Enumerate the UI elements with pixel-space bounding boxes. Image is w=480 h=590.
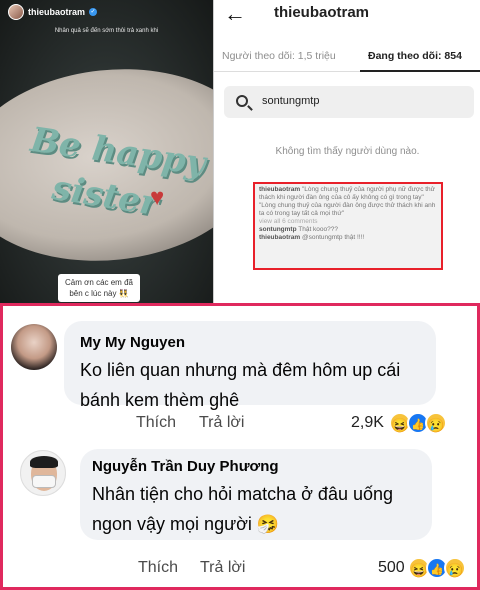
follow-tabs: Người theo dõi: 1,5 triệu Đang theo dõi:… (214, 46, 480, 72)
tab-followers[interactable]: Người theo dõi: 1,5 triệu (222, 50, 336, 62)
reaction-icons[interactable]: 😆 👍 😢 (408, 557, 474, 579)
profile-title: thieubaotram (274, 4, 370, 21)
sad-icon: 😢 (425, 412, 447, 434)
commenter-name[interactable]: Nguyễn Trần Duy Phương (92, 458, 279, 475)
evidence-username-2: sontungmtp (259, 226, 297, 233)
commenter-name[interactable]: My My Nguyen (80, 334, 185, 351)
comment-text: Nhân tiện cho hỏi matcha ở đâu uống ngon… (92, 484, 394, 534)
avatar[interactable] (20, 450, 66, 496)
verified-icon: ✓ (89, 8, 98, 16)
avatar[interactable] (11, 324, 57, 370)
reply-button[interactable]: Trả lời (199, 414, 244, 432)
evidence-reply-3: @sontungmtp thật !!!! (301, 234, 365, 241)
search-value: sontungmtp (262, 95, 320, 107)
instagram-following-screenshot: ← thieubaotram Người theo dõi: 1,5 triệu… (213, 0, 480, 303)
story-text-sticker: Cảm ơn các em đã bên c lúc này 👯 (58, 274, 140, 302)
sad-icon: 😢 (444, 557, 466, 579)
comment-text: Ko liên quan nhưng mà đêm hôm up cái bán… (80, 360, 401, 410)
facebook-comments-panel: My My Nguyen Ko liên quan nhưng mà đêm h… (0, 303, 480, 590)
comment-bubble: Nguyễn Trần Duy Phương Nhân tiện cho hỏi… (80, 449, 432, 540)
heart-icon: ♥ (150, 184, 165, 211)
tab-following[interactable]: Đang theo dõi: 854 (368, 50, 462, 62)
story-username: thieubaotram (28, 7, 86, 17)
like-button[interactable]: Thích (136, 414, 176, 432)
search-icon (236, 95, 248, 107)
reaction-count[interactable]: 2,9K (351, 414, 384, 432)
back-arrow-icon[interactable]: ← (224, 2, 246, 26)
reaction-count[interactable]: 500 (378, 559, 405, 577)
reaction-icons[interactable]: 😆 👍 😢 (389, 412, 455, 434)
instagram-story-screenshot: thieubaotram ✓ Nhân quả sẽ đến sớm thôi … (0, 0, 213, 303)
evidence-comment-2: "Lòng chung thuỷ của người đàn ông được … (259, 202, 436, 217)
like-button[interactable]: Thích (138, 559, 178, 577)
evidence-reply-2: Thật kooo??? (298, 226, 339, 233)
search-input[interactable]: sontungmtp (224, 86, 474, 118)
story-header: thieubaotram ✓ (8, 4, 98, 20)
profile-header: ← thieubaotram (214, 0, 480, 30)
avatar-hair (30, 456, 58, 468)
highlighted-comments-box: thieubaotram "Lòng chung thuỷ của người … (253, 182, 443, 270)
evidence-username-3: thieubaotram (259, 234, 301, 241)
active-tab-indicator (360, 70, 480, 72)
evidence-username-1: thieubaotram (259, 186, 301, 193)
no-results-text: Không tìm thấy người dùng nào. (275, 146, 420, 157)
story-avatar (8, 4, 24, 20)
story-caption: Nhân quả sẽ đến sớm thôi trả xanh khi (54, 28, 159, 34)
reply-button[interactable]: Trả lời (200, 559, 245, 577)
view-all-comments-link[interactable]: view all 6 comments (259, 218, 437, 226)
comment-bubble: My My Nguyen Ko liên quan nhưng mà đêm h… (64, 321, 436, 410)
avatar-mask (32, 475, 56, 488)
